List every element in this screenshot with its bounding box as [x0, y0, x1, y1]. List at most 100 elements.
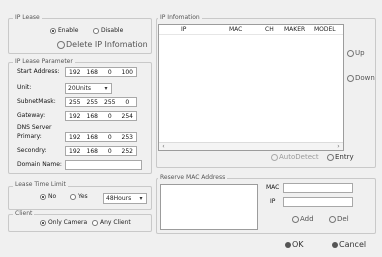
ip-octet: 255 [104, 99, 116, 106]
ip-octet: 253 [121, 134, 133, 141]
ip-octet: 168 [86, 134, 98, 141]
radio-icon [92, 220, 98, 226]
radio-selected-icon [50, 28, 56, 34]
dns-server-label: DNS Server [17, 124, 52, 131]
reserve-mac-label: MAC [266, 184, 280, 191]
ok-button[interactable]: OK [285, 240, 304, 250]
column-header-ip: IP [181, 26, 187, 33]
button-dot-icon [285, 242, 291, 248]
button-circle-icon [329, 216, 336, 223]
ip-octet: 192 [69, 148, 81, 155]
subnet-mask-input[interactable]: 255 255 255 0 [65, 97, 137, 107]
primary-label: Primary: [17, 133, 42, 140]
disable-label: Disable [101, 27, 124, 34]
radio-selected-icon [40, 220, 46, 226]
autodetect-label: AutoDetect [279, 153, 319, 161]
del-button[interactable]: Del [329, 215, 349, 224]
button-dot-icon [332, 242, 338, 248]
ip-octet: 0 [125, 99, 130, 106]
button-circle-icon [271, 154, 278, 161]
domain-name-label: Domain Name: [17, 161, 62, 168]
ip-octet: 192 [69, 113, 81, 120]
unit-select[interactable]: 20Units ▾ [65, 83, 112, 94]
ip-octet: 0 [107, 113, 112, 120]
primary-dns-input[interactable]: 192 168 0 253 [65, 132, 137, 142]
chevron-down-icon: ▾ [104, 85, 108, 92]
up-label: Up [355, 49, 365, 57]
ip-lease-legend: IP Lease [13, 14, 42, 21]
gateway-label: Gateway: [17, 112, 46, 119]
button-circle-icon [347, 75, 354, 82]
ip-octet: 100 [121, 69, 133, 76]
enable-label: Enable [58, 27, 79, 34]
column-header-mac: MAC [229, 26, 243, 33]
ip-information-list[interactable]: IP MAC CH MAKER MODEL ‹ › [158, 24, 344, 151]
start-address-label: Start Address: [17, 68, 60, 75]
ip-octet: 255 [69, 99, 81, 106]
gateway-input[interactable]: 192 168 0 254 [65, 111, 137, 121]
lease-no-radio[interactable]: No [40, 193, 56, 201]
lease-time-legend: Lease Time Limit [13, 181, 68, 188]
enable-radio[interactable]: Enable [50, 27, 78, 35]
unit-value: 20Units [68, 85, 91, 92]
scroll-left-icon[interactable]: ‹ [160, 143, 167, 150]
radio-selected-icon [40, 194, 46, 200]
lease-time-select[interactable]: 48Hours ▾ [103, 193, 147, 204]
radio-icon [93, 28, 99, 34]
disable-radio[interactable]: Disable [93, 27, 123, 35]
ip-octet: 168 [86, 113, 98, 120]
up-button[interactable]: Up [347, 49, 365, 58]
ip-octet: 192 [69, 69, 81, 76]
domain-name-input[interactable] [65, 160, 142, 170]
cancel-label: Cancel [339, 240, 367, 249]
column-header-model: MODEL [314, 26, 336, 33]
reserve-mac-list[interactable] [160, 184, 258, 230]
chevron-down-icon: ▾ [139, 195, 143, 202]
add-button[interactable]: Add [292, 215, 314, 224]
subnet-mask-label: SubnetMask: [17, 98, 56, 105]
ip-octet: 0 [107, 69, 112, 76]
lease-no-label: No [48, 193, 57, 200]
reserve-ip-label: IP [270, 198, 276, 205]
delete-ip-info-button[interactable]: Delete IP Infomation [57, 39, 148, 50]
start-address-input[interactable]: 192 168 0 100 [65, 67, 137, 77]
cancel-button[interactable]: Cancel [332, 240, 366, 250]
ip-octet: 192 [69, 134, 81, 141]
button-circle-icon [57, 40, 65, 49]
secondary-label: Secondry: [17, 147, 47, 154]
horizontal-scrollbar[interactable]: ‹ › [159, 142, 343, 150]
unit-label: Unit: [17, 84, 32, 91]
ip-octet: 254 [121, 113, 133, 120]
entry-button[interactable]: Entry [327, 153, 354, 162]
ip-octet: 168 [86, 69, 98, 76]
reserve-mac-legend: Reserve MAC Address [158, 174, 228, 181]
ip-octet: 0 [107, 148, 112, 155]
column-header-maker: MAKER [284, 26, 306, 33]
client-legend: Client [13, 210, 35, 217]
scroll-right-icon[interactable]: › [335, 143, 342, 150]
only-camera-label: Only Camera [48, 219, 88, 226]
secondary-dns-input[interactable]: 192 168 0 252 [65, 146, 137, 156]
ip-information-legend: IP Infomation [158, 14, 202, 21]
del-label: Del [337, 215, 349, 223]
delete-ip-info-label: Delete IP Infomation [66, 40, 148, 49]
lease-yes-radio[interactable]: Yes [70, 193, 88, 201]
autodetect-button[interactable]: AutoDetect [271, 153, 319, 162]
ip-octet: 168 [86, 148, 98, 155]
down-button[interactable]: Down [347, 74, 375, 83]
any-client-label: Any Client [100, 219, 131, 226]
reserve-ip-input[interactable] [283, 197, 353, 207]
lease-yes-label: Yes [78, 193, 88, 200]
column-header-ch: CH [265, 26, 274, 33]
reserve-mac-input[interactable] [283, 183, 353, 193]
radio-icon [70, 194, 76, 200]
add-label: Add [300, 215, 314, 223]
only-camera-radio[interactable]: Only Camera [40, 219, 87, 227]
down-label: Down [355, 74, 375, 82]
entry-label: Entry [335, 153, 354, 161]
any-client-radio[interactable]: Any Client [92, 219, 131, 227]
ip-octet: 255 [86, 99, 98, 106]
ip-octet: 0 [107, 134, 112, 141]
lease-time-value: 48Hours [106, 195, 132, 202]
column-header-divider [159, 34, 343, 35]
